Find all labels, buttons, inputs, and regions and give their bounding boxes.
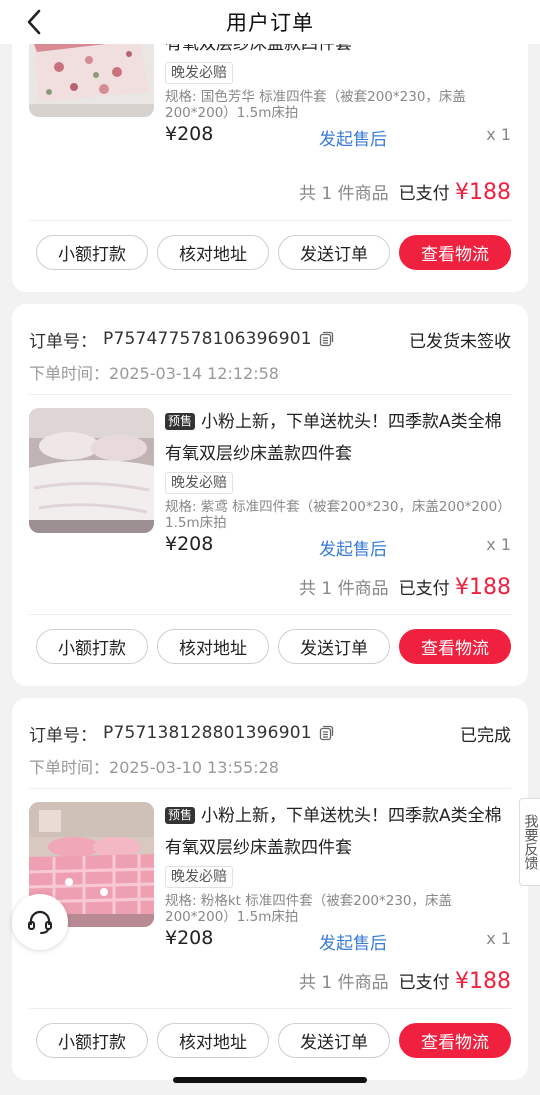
divider — [29, 394, 511, 395]
order-header: 订单号： P757477578106396901 已发货未签收 下单时间：2025… — [29, 326, 511, 384]
order-status: 已发货未签收 — [409, 331, 511, 352]
order-actions: 小额打款 核对地址 发送订单 查看物流 — [36, 235, 511, 270]
order-number: 订单号： P757477578106396901 — [29, 327, 334, 352]
item-count: 共 1 件商品 — [298, 973, 389, 993]
order-actions: 小额打款 核对地址 发送订单 查看物流 — [36, 629, 511, 664]
product-spec: 规格: 粉格kt 标准四件套（被套200*230，床盖200*200）1.5m床… — [165, 893, 453, 925]
divider — [29, 614, 511, 615]
after-sale-link[interactable]: 发起售后 — [319, 125, 387, 150]
presale-badge: 预售 — [165, 807, 196, 824]
product-price: ¥208 — [165, 927, 214, 949]
paid-amount: ¥188 — [455, 180, 511, 205]
view-logistics-button[interactable]: 查看物流 — [399, 629, 511, 664]
small-payment-button[interactable]: 小额打款 — [36, 629, 148, 664]
order-header: 订单号： P757138128801396901 已完成 下单时间：2025-03… — [29, 720, 511, 778]
product-price: ¥208 — [165, 533, 214, 555]
product-image[interactable] — [29, 408, 154, 533]
view-logistics-button[interactable]: 查看物流 — [399, 1023, 511, 1058]
copy-icon[interactable] — [318, 725, 334, 741]
product-spec: 规格: 紫鸢 标准四件套（被套200*230，床盖200*200）1.5m床拍 — [165, 499, 511, 531]
verify-address-button[interactable]: 核对地址 — [157, 235, 269, 270]
divider — [29, 788, 511, 789]
verify-address-button[interactable]: 核对地址 — [157, 1023, 269, 1058]
divider — [29, 220, 511, 221]
product-quantity: x 1 — [486, 125, 511, 144]
paid-amount: ¥188 — [455, 969, 511, 994]
view-logistics-button[interactable]: 查看物流 — [399, 235, 511, 270]
product-name-line2[interactable]: 有氧双层纱床盖款四件套 — [165, 832, 511, 864]
product-item[interactable]: 预售 小粉上新，下单送枕头！四季款A类全棉 有氧双层纱床盖款四件套 晚发必赔 规格… — [29, 406, 511, 560]
order-summary: 共 1 件商品 已支付 ¥188 — [299, 574, 511, 600]
product-name[interactable]: 预售 小粉上新，下单送枕头！四季款A类全棉 — [165, 406, 511, 438]
product-quantity: x 1 — [486, 535, 511, 554]
send-order-button[interactable]: 发送订单 — [278, 235, 390, 270]
item-count: 共 1 件商品 — [298, 184, 389, 204]
paid-label: 已支付 ¥188 — [398, 180, 511, 205]
paid-label: 已支付 ¥188 — [398, 969, 511, 994]
product-name-line2[interactable]: 有氧双层纱床盖款四件套 — [165, 438, 511, 470]
back-button[interactable] — [18, 6, 50, 38]
back-arrow-icon — [27, 9, 41, 35]
page-title: 用户订单 — [226, 11, 314, 35]
customer-service-button[interactable] — [12, 894, 68, 950]
order-card: 订单号： P757477578106396901 已发货未签收 下单时间：2025… — [12, 304, 528, 686]
product-spec: 规格: 国色芳华 标准四件套（被套200*230，床盖200*200）1.5m床… — [165, 89, 466, 121]
late-ship-tag: 晚发必赔 — [165, 472, 233, 494]
paid-amount: ¥188 — [455, 575, 511, 600]
after-sale-link[interactable]: 发起售后 — [319, 929, 387, 954]
product-quantity: x 1 — [486, 929, 511, 948]
small-payment-button[interactable]: 小额打款 — [36, 1023, 148, 1058]
late-ship-tag: 晚发必赔 — [165, 62, 233, 84]
order-actions: 小额打款 核对地址 发送订单 查看物流 — [36, 1023, 511, 1058]
after-sale-link[interactable]: 发起售后 — [319, 535, 387, 560]
send-order-button[interactable]: 发送订单 — [278, 629, 390, 664]
order-summary: 共 1 件商品 已支付 ¥188 — [299, 968, 511, 994]
late-ship-tag: 晚发必赔 — [165, 866, 233, 888]
product-name[interactable]: 预售 小粉上新，下单送枕头！四季款A类全棉 — [165, 800, 511, 832]
customer-service-icon — [28, 910, 52, 934]
presale-badge: 预售 — [165, 413, 196, 430]
copy-icon[interactable] — [318, 331, 334, 347]
paid-label: 已支付 ¥188 — [398, 575, 511, 600]
divider — [29, 1008, 511, 1009]
product-price: ¥208 — [165, 123, 214, 145]
order-summary: 共 1 件商品 已支付 ¥188 — [299, 179, 511, 205]
order-card: 订单号： P757138128801396901 已完成 下单时间：2025-03… — [12, 698, 528, 1080]
verify-address-button[interactable]: 核对地址 — [157, 629, 269, 664]
item-count: 共 1 件商品 — [298, 579, 389, 599]
product-item[interactable]: 预售 小粉上新，下单送枕头！四季款A类全棉 有氧双层纱床盖款四件套 晚发必赔 规格… — [29, 800, 511, 954]
order-time: 下单时间：2025-03-14 12:12:58 — [29, 364, 279, 383]
order-number: 订单号： P757138128801396901 — [29, 721, 334, 746]
small-payment-button[interactable]: 小额打款 — [36, 235, 148, 270]
top-nav-bar: 用户订单 — [0, 0, 540, 44]
send-order-button[interactable]: 发送订单 — [278, 1023, 390, 1058]
feedback-tab[interactable]: 我要反馈 — [519, 798, 540, 886]
home-indicator — [173, 1077, 367, 1083]
order-time: 下单时间：2025-03-10 13:55:28 — [29, 758, 279, 777]
order-status: 已完成 — [460, 725, 511, 746]
